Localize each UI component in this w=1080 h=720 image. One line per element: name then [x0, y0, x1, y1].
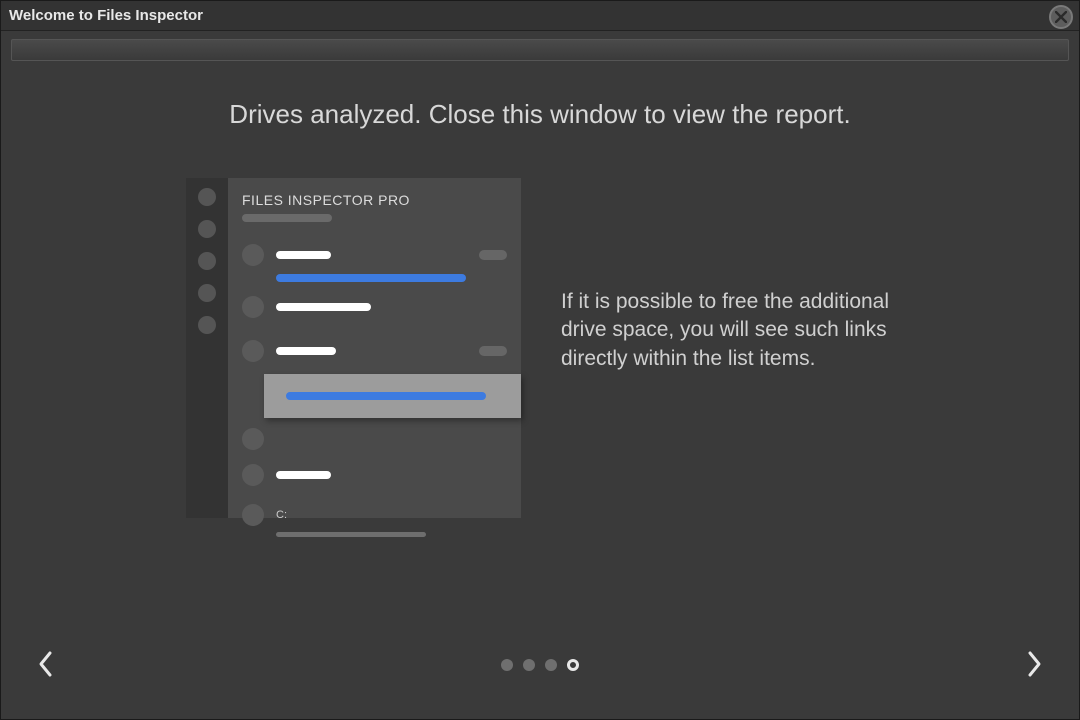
- list-item: [242, 464, 507, 486]
- pager-dot[interactable]: [545, 659, 557, 671]
- sidebar-dot-icon: [198, 220, 216, 238]
- window-title: Welcome to Files Inspector: [9, 7, 203, 24]
- slide-body: FILES INSPECTOR PRO: [41, 178, 1039, 518]
- next-button[interactable]: [1019, 649, 1049, 679]
- item-avatar-icon: [242, 504, 264, 526]
- item-size-pill: [479, 346, 507, 356]
- drive-label: C:: [276, 509, 287, 521]
- sidebar-dot-icon: [198, 316, 216, 334]
- item-bar: [276, 471, 331, 479]
- list-item: [242, 428, 507, 450]
- pager-dot[interactable]: [501, 659, 513, 671]
- progress-bar: [11, 39, 1069, 61]
- item-link-bar: [286, 392, 486, 400]
- list-item: [242, 340, 507, 362]
- list-item: [242, 244, 507, 266]
- highlighted-link-row: [264, 374, 521, 418]
- illustration-sidebar: [186, 178, 228, 518]
- item-avatar-icon: [242, 428, 264, 450]
- chevron-right-icon: [1024, 650, 1044, 678]
- illustration-title: FILES INSPECTOR PRO: [242, 192, 507, 208]
- item-sub-row: [276, 274, 507, 282]
- close-button[interactable]: [1049, 5, 1073, 29]
- previous-button[interactable]: [31, 649, 61, 679]
- illustration-subtitle-bar: [242, 214, 332, 222]
- pager-dot-active[interactable]: [567, 659, 579, 671]
- content-area: Drives analyzed. Close this window to vi…: [1, 61, 1079, 719]
- pager-dot[interactable]: [523, 659, 535, 671]
- close-icon: [1055, 11, 1067, 23]
- welcome-dialog: Welcome to Files Inspector Drives analyz…: [0, 0, 1080, 720]
- item-avatar-icon: [242, 244, 264, 266]
- item-avatar-icon: [242, 296, 264, 318]
- slide-description: If it is possible to free the additional…: [561, 288, 921, 373]
- item-avatar-icon: [242, 340, 264, 362]
- sidebar-dot-icon: [198, 188, 216, 206]
- chevron-left-icon: [36, 650, 56, 678]
- drive-item: C:: [242, 504, 507, 526]
- app-illustration: FILES INSPECTOR PRO: [186, 178, 521, 518]
- item-link-bar: [276, 274, 466, 282]
- titlebar: Welcome to Files Inspector: [1, 1, 1079, 31]
- drive-usage-bar-row: [276, 532, 507, 537]
- drive-usage-bar: [276, 532, 426, 537]
- item-bar: [276, 251, 331, 259]
- item-bar: [276, 347, 336, 355]
- item-avatar-icon: [242, 464, 264, 486]
- list-item: [242, 296, 507, 318]
- item-bar: [276, 303, 371, 311]
- sidebar-dot-icon: [198, 252, 216, 270]
- slide-headline: Drives analyzed. Close this window to vi…: [41, 99, 1039, 130]
- illustration-main: FILES INSPECTOR PRO: [228, 178, 521, 518]
- sidebar-dot-icon: [198, 284, 216, 302]
- pager: [501, 659, 579, 671]
- item-size-pill: [479, 250, 507, 260]
